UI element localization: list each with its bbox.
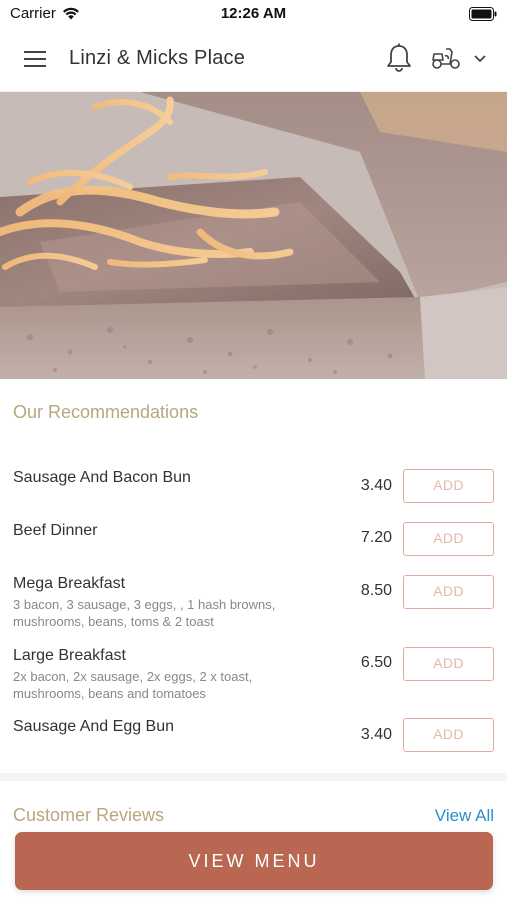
add-button[interactable]: ADD [403,647,494,681]
restaurant-title: Linzi & Micks Place [69,47,246,69]
status-time: 12:26 AM [220,5,287,22]
add-button[interactable]: ADD [403,718,494,752]
item-description: 3 bacon, 3 sausage, 3 eggs, , 1 hash bro… [13,597,276,629]
item-price: 8.50 [360,582,392,599]
hero-image [0,92,507,379]
add-button[interactable]: ADD [403,469,494,503]
item-name: Large Breakfast [13,647,126,664]
view-menu-button[interactable]: VIEW MENU [15,832,493,890]
chevron-down-icon[interactable] [472,52,488,66]
bell-icon[interactable] [384,42,414,74]
view-all-link[interactable]: View All [435,806,494,826]
section-divider [0,773,507,781]
recommendations-title: Our Recommendations [13,402,199,422]
item-price: 6.50 [360,654,392,671]
add-button[interactable]: ADD [403,522,494,556]
item-description: 2x bacon, 2x sausage, 2x eggs, 2 x toast… [13,669,253,701]
battery-icon [469,7,497,26]
item-price: 7.20 [360,529,392,546]
hamburger-menu-icon[interactable] [20,46,50,72]
item-name: Mega Breakfast [13,575,126,592]
item-price: 3.40 [360,477,392,494]
scooter-icon[interactable] [430,44,462,72]
item-name: Sausage And Bacon Bun [13,469,191,486]
app-header: Linzi & Micks Place [0,28,507,92]
status-bar: Carrier 12:26 AM [0,0,507,28]
item-name: Beef Dinner [13,522,98,539]
item-name: Sausage And Egg Bun [13,718,175,735]
reviews-title: Customer Reviews [13,805,165,825]
add-button[interactable]: ADD [403,575,494,609]
item-price: 3.40 [360,726,392,743]
